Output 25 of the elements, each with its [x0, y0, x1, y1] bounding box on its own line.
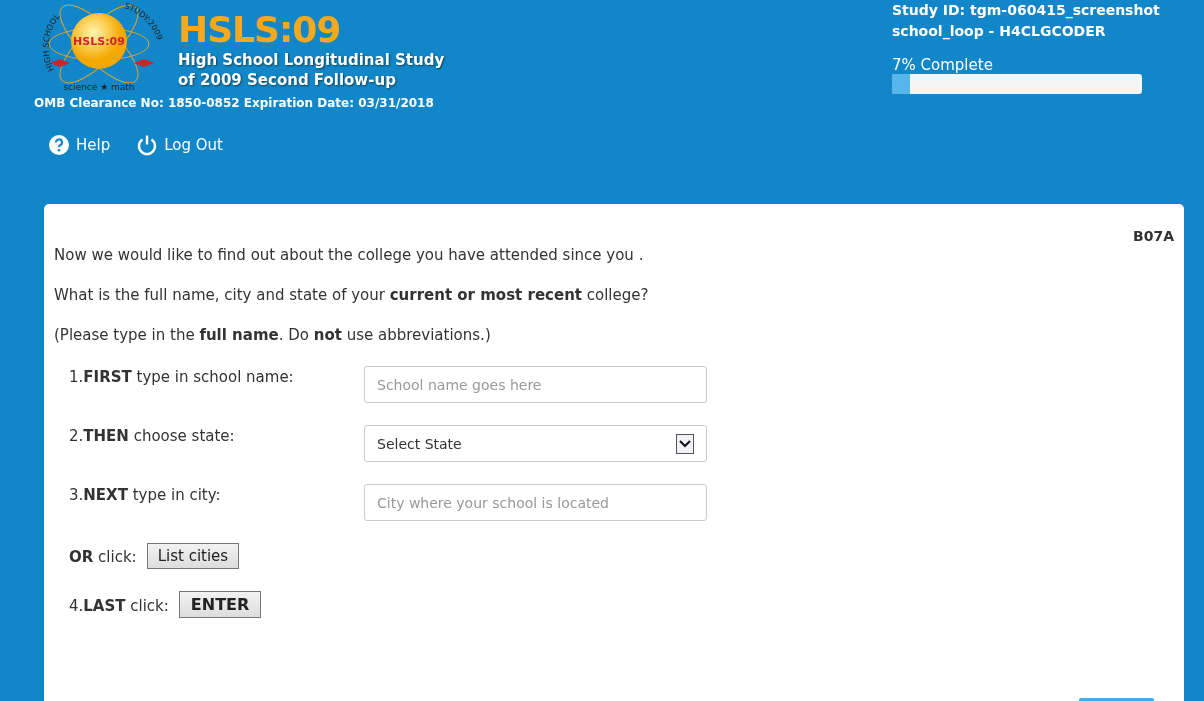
question-text: What is the full name, city and state of your current or most recent college?: [54, 286, 650, 304]
text-field[interactable]: School name goes here: [364, 366, 707, 403]
help-icon: [48, 134, 70, 156]
step-label: OR click:: [69, 547, 137, 566]
state-dropdown[interactable]: Select State: [364, 425, 707, 462]
step-label: 4.LAST click:: [69, 595, 169, 615]
site-title: HSLS:09: [178, 10, 342, 50]
power-icon: [136, 134, 159, 156]
text-field[interactable]: City where your school is located: [364, 484, 707, 521]
study-id-text: school_loop - H4CLGCODER: [892, 22, 1107, 42]
question-code: B07A: [1133, 228, 1174, 244]
clearance-text: OMB Clearance No: 1850-0852 Expiration Date: 03/31/2018: [34, 96, 435, 110]
nav-link[interactable]: Log Out: [136, 134, 223, 156]
nav-link[interactable]: Help: [48, 134, 111, 156]
site-subtitle: of 2009 Second Follow-up: [178, 70, 397, 90]
question-text: (Please type in the full name. Do not use abbreviations.): [54, 326, 492, 344]
site-subtitle: High School Longitudinal Study: [178, 50, 445, 70]
question-text: Now we would like to find out about the college you have attended since you .: [54, 246, 645, 264]
step-label: 1.FIRST type in school name:: [69, 367, 295, 386]
study-id-text: Study ID: tgm-060415_screenshot: [892, 1, 1161, 21]
step-label: 2.THEN choose state:: [69, 426, 236, 445]
step-label: 3.NEXT type in city:: [69, 485, 222, 504]
action-button[interactable]: List cities: [146, 543, 240, 569]
progress-label: 7% Complete: [892, 56, 994, 74]
action-button[interactable]: ENTER: [178, 591, 262, 618]
